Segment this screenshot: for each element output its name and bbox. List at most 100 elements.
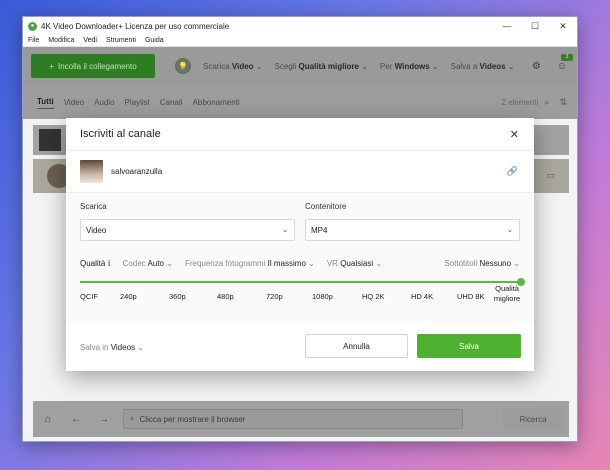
container-select[interactable]: MP4 ⌄ [305, 219, 520, 241]
maximize-button[interactable]: ☐ [521, 17, 549, 35]
dialog-footer: Salva in Videos ⌄ Annulla Salva [66, 323, 534, 371]
codec-selector[interactable]: Codec Auto ⌄ [123, 259, 173, 268]
settings-gear-icon[interactable]: ⚙ [532, 61, 541, 72]
vr-selector[interactable]: VR Qualsiasi ⌄ [327, 259, 382, 268]
save-in-selector[interactable]: Salva in Videos ⌄ [80, 343, 144, 352]
save-in-label: Salva in [80, 343, 109, 352]
close-window-button[interactable]: ✕ [549, 17, 577, 35]
app-logo-icon: ● [28, 21, 37, 31]
smart-mode-icon[interactable]: 💡 [175, 58, 191, 74]
link-icon[interactable]: 🔗 [507, 166, 518, 177]
download-label: Scarica [80, 202, 107, 211]
framerate-selector[interactable]: Frequenza fotogrammi Il massimo ⌄ [185, 259, 315, 268]
tab-abbonamenti[interactable]: Abbonamenti [193, 96, 240, 109]
tab-tutti[interactable]: Tutti [37, 95, 54, 109]
menu-file[interactable]: File [28, 37, 39, 44]
tick-qcif[interactable]: QCIF [80, 292, 98, 301]
tab-audio[interactable]: Audio [94, 96, 114, 109]
download-value: Video [231, 61, 254, 71]
menu-modifica[interactable]: Modifica [48, 37, 74, 44]
video-thumbnail [39, 129, 61, 151]
codec-label: Codec [122, 258, 146, 268]
paste-link-label: Incolla il collegamento [57, 61, 137, 71]
home-icon[interactable]: ⌂ [45, 414, 51, 425]
chevron-down-icon: ⌄ [507, 227, 513, 234]
tick-480p[interactable]: 480p [217, 292, 234, 301]
folder-icon[interactable]: ▭ [546, 170, 555, 181]
download-type-select[interactable]: Video ⌄ [80, 219, 295, 241]
tick-240p[interactable]: 240p [120, 292, 137, 301]
tick-best-quality[interactable]: Qualità migliore [490, 284, 524, 304]
for-value: Windows [394, 61, 430, 71]
container-value: MP4 [311, 225, 328, 235]
chevron-down-icon: ⌄ [308, 258, 315, 268]
forward-arrow-icon[interactable]: → [99, 414, 109, 425]
quality-slider-track[interactable] [80, 281, 520, 283]
menu-strumenti[interactable]: Strumenti [106, 37, 136, 44]
save-prefix: Salva a [450, 61, 478, 71]
container-label: Contenitore [305, 202, 347, 211]
save-value: Videos [479, 61, 506, 71]
save-button[interactable]: Salva [417, 334, 521, 358]
search-button[interactable]: Ricerca [503, 408, 563, 430]
tick-1080p[interactable]: 1080p [312, 292, 333, 301]
download-type-value: Video [86, 225, 107, 235]
title-bar: ● 4K Video Downloader+ Licenza per uso c… [23, 17, 577, 35]
platform-selector[interactable]: Per Windows ⌄ [380, 62, 439, 71]
quality-selector[interactable]: Scegli Qualità migliore ⌄ [275, 62, 368, 71]
save-location-selector[interactable]: Salva a Videos ⌄ [451, 62, 515, 71]
window-controls: — ☐ ✕ [493, 17, 577, 35]
paste-link-button[interactable]: + Incolla il collegamento [31, 54, 155, 78]
save-in-value: Videos [110, 343, 136, 352]
info-icon[interactable]: ℹ [108, 259, 111, 268]
chevron-down-icon: ⌄ [431, 61, 439, 71]
notifications-icon[interactable]: ☺ 3 [557, 53, 573, 72]
vr-label: VR [326, 258, 338, 268]
close-icon[interactable]: ✕ [510, 128, 519, 141]
menu-vedi[interactable]: Vedi [83, 37, 97, 44]
choose-value: Qualità migliore [298, 61, 359, 71]
tick-720p[interactable]: 720p [266, 292, 283, 301]
tab-video[interactable]: Video [64, 96, 84, 109]
sort-icon[interactable]: ⇅ [559, 97, 567, 108]
chevron-down-icon: ⌄ [375, 258, 383, 268]
tab-playlist[interactable]: Playlist [125, 96, 150, 109]
subtitles-label: Sottotitoli [444, 258, 478, 268]
tick-uhd-8k[interactable]: UHD 8K [457, 292, 485, 301]
search-icon: ⌕ [130, 414, 135, 423]
framerate-value: Il massimo [267, 258, 306, 268]
quality-label-group: Qualità ℹ [80, 259, 111, 268]
back-arrow-icon[interactable]: ← [71, 414, 81, 425]
dialog-options: Scarica Video ⌄ Contenitore MP4 ⌄ Qualit… [66, 193, 534, 323]
subtitles-selector[interactable]: Sottotitoli Nessuno ⌄ [444, 259, 520, 268]
download-type-selector[interactable]: Scarica Video ⌄ [203, 62, 263, 71]
dialog-header: Iscriviti al canale ✕ [66, 118, 534, 151]
tick-360p[interactable]: 360p [169, 292, 186, 301]
chevron-down-icon: ⌄ [137, 343, 144, 352]
menu-guida[interactable]: Guida [145, 37, 164, 44]
chevron-down-icon: ⌄ [361, 61, 368, 71]
notification-badge: 3 [561, 53, 573, 61]
browser-placeholder: Clicca per mostrare il browser [139, 414, 246, 424]
chevron-down-icon: ⌄ [507, 61, 515, 71]
tick-hd-4k[interactable]: HD 4K [411, 292, 433, 301]
tab-canali[interactable]: Canali [160, 96, 183, 109]
search-list-icon[interactable]: ⌕ [544, 97, 549, 108]
for-prefix: Per [379, 61, 393, 71]
tick-hq-2k[interactable]: HQ 2K [362, 292, 385, 301]
channel-info: salvoaranzulla 🔗 [66, 151, 534, 193]
choose-prefix: Scegli [274, 61, 297, 71]
browser-address-input[interactable]: ⌕ Clicca per mostrare il browser [123, 409, 464, 429]
download-prefix: Scarica [203, 61, 230, 71]
chevron-down-icon: ⌄ [282, 227, 288, 234]
tab-bar: Tutti Video Audio Playlist Canali Abbona… [23, 85, 577, 119]
window-title: 4K Video Downloader+ Licenza per uso com… [41, 21, 230, 31]
toolbar: + Incolla il collegamento 💡 Scarica Vide… [23, 47, 577, 85]
quality-slider-labels: QCIF 240p 360p 480p 720p 1080p HQ 2K HD … [80, 284, 524, 314]
cancel-button[interactable]: Annulla [305, 334, 408, 358]
quality-label: Qualità [80, 258, 106, 268]
dialog-title: Iscriviti al canale [80, 128, 161, 140]
chevron-down-icon: ⌄ [513, 258, 520, 268]
minimize-button[interactable]: — [493, 17, 521, 35]
chevron-down-icon: ⌄ [166, 258, 173, 268]
